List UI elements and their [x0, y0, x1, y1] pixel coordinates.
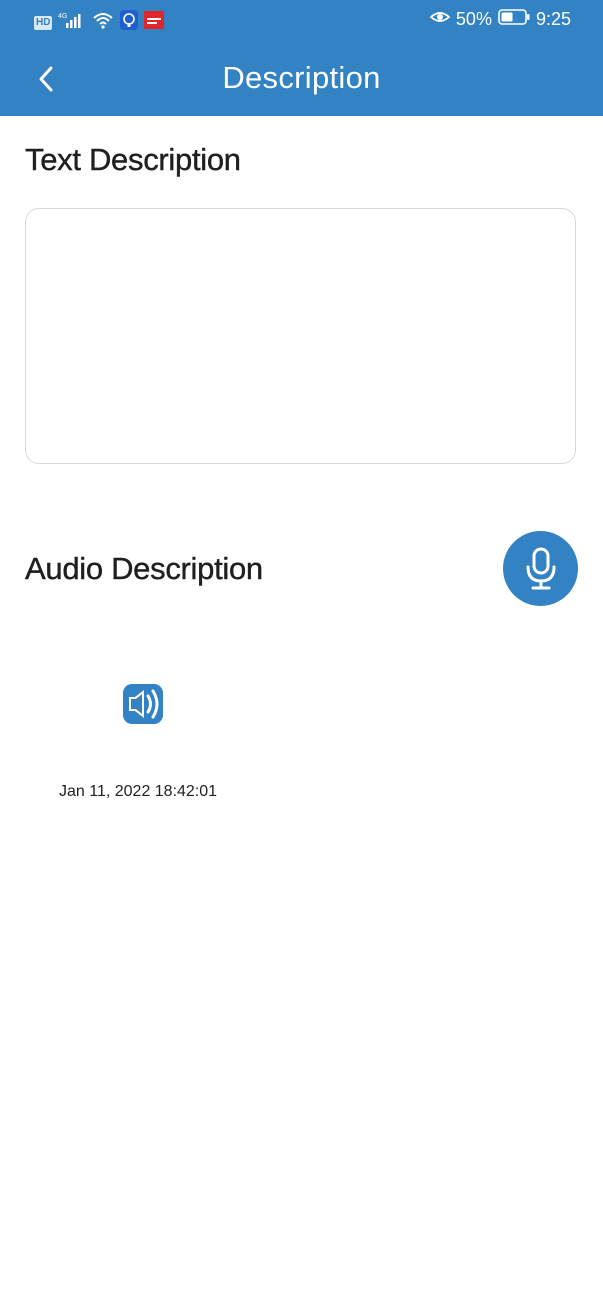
record-audio-button[interactable] — [503, 531, 578, 606]
text-description-heading: Text Description — [25, 142, 241, 177]
app-bar: Description — [0, 42, 603, 116]
hd-icon: HD — [34, 15, 53, 30]
wifi-icon — [92, 11, 114, 34]
battery-icon — [498, 9, 530, 30]
microphone-icon — [526, 547, 555, 589]
app-notification-icon — [144, 11, 165, 34]
speaker-icon[interactable] — [122, 682, 164, 726]
text-description-input[interactable] — [25, 208, 576, 464]
status-bar-right: 50% 9:25 — [429, 9, 571, 30]
audio-recording-item[interactable]: Jan 11, 2022 18:42:01 — [40, 680, 245, 810]
recording-timestamp: Jan 11, 2022 18:42:01 — [59, 783, 218, 800]
page-title: Description — [222, 60, 381, 95]
app-notification-icon — [120, 10, 139, 35]
network-label: 4G — [58, 13, 67, 20]
eye-icon — [429, 9, 451, 30]
audio-description-heading: Audio Description — [25, 551, 264, 586]
signal-icon: 4G — [58, 11, 86, 34]
battery-percent: 50% — [455, 9, 492, 29]
status-bar-left: HD 4G — [34, 10, 165, 35]
clock: 9:25 — [535, 9, 571, 29]
status-bar: HD 4G 50% 9:25 — [0, 0, 603, 42]
